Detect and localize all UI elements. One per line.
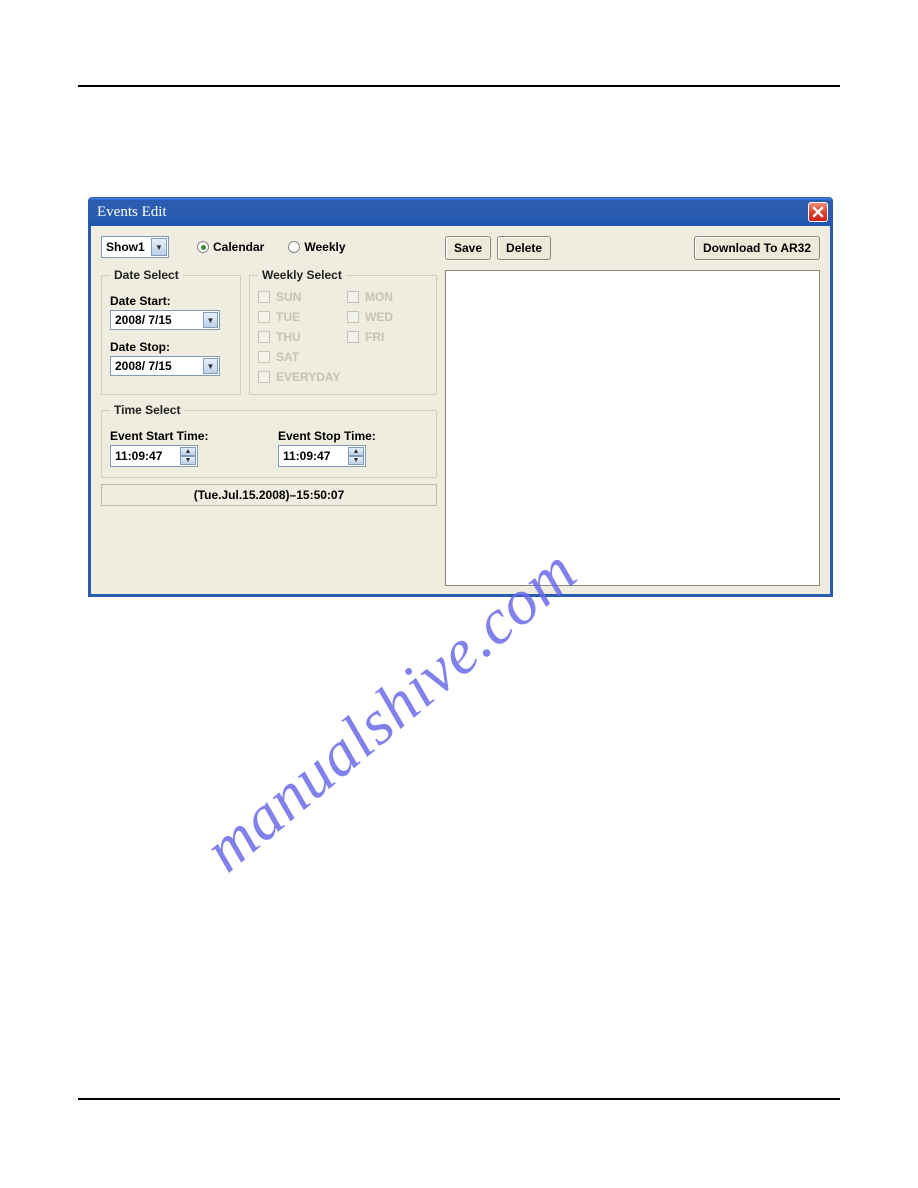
date-start-value: 2008/ 7/15 (115, 313, 172, 327)
radio-weekly-label: Weekly (304, 240, 345, 254)
checkbox-icon (258, 351, 270, 363)
date-stop-input[interactable]: 2008/ 7/15 (110, 356, 220, 376)
time-select-legend: Time Select (110, 403, 184, 417)
delete-button[interactable]: Delete (497, 236, 551, 260)
date-select-group: Date Select Date Start: 2008/ 7/15 Date … (101, 268, 241, 395)
checkbox-tue: TUE (258, 310, 339, 324)
event-start-time-input[interactable]: 11:09:47 ▲▼ (110, 445, 198, 467)
client-area: Show1 Calendar Weekly (89, 226, 832, 596)
checkbox-sat: SAT (258, 350, 428, 364)
chevron-down-icon[interactable]: ▼ (180, 456, 196, 465)
checkbox-everyday: EVERYDAY (258, 370, 428, 384)
day-thu-label: THU (276, 330, 301, 344)
date-stop-label: Date Stop: (110, 340, 232, 354)
delete-label: Delete (506, 241, 542, 255)
day-every-label: EVERYDAY (276, 370, 340, 384)
page-bottom-rule (78, 1098, 840, 1100)
time-select-group: Time Select Event Start Time: 11:09:47 ▲… (101, 403, 437, 478)
day-mon-label: MON (365, 290, 393, 304)
show-select[interactable]: Show1 (101, 236, 169, 258)
event-start-time-label: Event Start Time: (110, 429, 260, 443)
weekly-select-legend: Weekly Select (258, 268, 346, 282)
event-stop-time-input[interactable]: 11:09:47 ▲▼ (278, 445, 366, 467)
day-sat-label: SAT (276, 350, 299, 364)
window-title: Events Edit (97, 204, 808, 221)
day-wed-label: WED (365, 310, 393, 324)
checkbox-icon (347, 311, 359, 323)
chevron-down-icon[interactable]: ▼ (348, 456, 364, 465)
radio-dot-icon (197, 241, 209, 253)
status-text: (Tue.Jul.15.2008)–15:50:07 (194, 488, 345, 502)
checkbox-icon (258, 311, 270, 323)
spinner-buttons[interactable]: ▲▼ (348, 447, 364, 465)
events-list-panel (445, 270, 820, 586)
checkbox-icon (258, 371, 270, 383)
radio-weekly[interactable]: Weekly (288, 240, 345, 254)
checkbox-icon (347, 331, 359, 343)
chevron-up-icon[interactable]: ▲ (348, 447, 364, 456)
day-tue-label: TUE (276, 310, 300, 324)
checkbox-icon (347, 291, 359, 303)
download-button[interactable]: Download To AR32 (694, 236, 820, 260)
save-label: Save (454, 241, 482, 255)
checkbox-fri: FRI (347, 330, 428, 344)
checkbox-icon (258, 331, 270, 343)
checkbox-mon: MON (347, 290, 428, 304)
chevron-down-icon[interactable] (203, 358, 218, 374)
date-start-label: Date Start: (110, 294, 232, 308)
radio-dot-icon (288, 241, 300, 253)
checkbox-thu: THU (258, 330, 339, 344)
status-bar: (Tue.Jul.15.2008)–15:50:07 (101, 484, 437, 506)
date-start-input[interactable]: 2008/ 7/15 (110, 310, 220, 330)
radio-calendar-label: Calendar (213, 240, 264, 254)
page-top-rule (78, 85, 840, 87)
chevron-up-icon[interactable]: ▲ (180, 447, 196, 456)
date-stop-value: 2008/ 7/15 (115, 359, 172, 373)
day-fri-label: FRI (365, 330, 384, 344)
date-select-legend: Date Select (110, 268, 183, 282)
event-start-time-value: 11:09:47 (115, 449, 162, 463)
close-icon[interactable] (808, 202, 828, 222)
chevron-down-icon[interactable] (151, 238, 167, 256)
checkbox-icon (258, 291, 270, 303)
show-select-value: Show1 (106, 240, 145, 254)
events-edit-window: Events Edit Show1 Calendar (88, 197, 833, 597)
checkbox-sun: SUN (258, 290, 339, 304)
download-label: Download To AR32 (703, 241, 811, 255)
titlebar: Events Edit (89, 198, 832, 226)
save-button[interactable]: Save (445, 236, 491, 260)
day-sun-label: SUN (276, 290, 301, 304)
checkbox-wed: WED (347, 310, 428, 324)
event-stop-time-value: 11:09:47 (283, 449, 330, 463)
radio-calendar[interactable]: Calendar (197, 240, 264, 254)
spinner-buttons[interactable]: ▲▼ (180, 447, 196, 465)
weekly-select-group: Weekly Select SUN MON TUE WED THU FRI SA… (249, 268, 437, 395)
chevron-down-icon[interactable] (203, 312, 218, 328)
event-stop-time-label: Event Stop Time: (278, 429, 428, 443)
